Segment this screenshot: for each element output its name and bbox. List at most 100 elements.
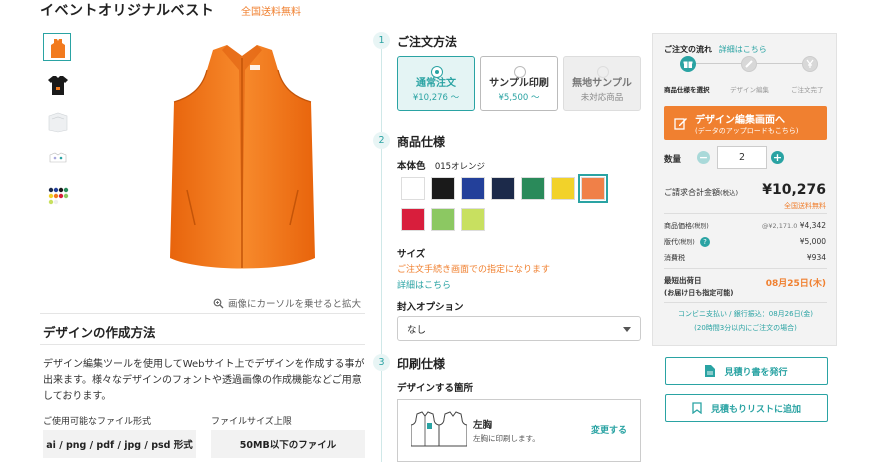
total-amount: ¥10,276 [762, 182, 826, 198]
flow-step-3: ご注文完了 [791, 86, 824, 94]
thumbnail-list [43, 33, 72, 218]
consumption-tax-label: 消費税 [664, 254, 685, 262]
ship-date-sub: (お届け日も指定可能) [664, 289, 734, 297]
add-to-estimate-list-button[interactable]: 見積もりリストに追加 [665, 394, 828, 422]
thumbnail-orange-vest[interactable] [43, 33, 71, 61]
color-swatch[interactable] [461, 177, 485, 200]
convenience-payment-sub: (20時間3分以内にご注文の場合) [694, 324, 797, 332]
design-location-name: 左胸 [473, 420, 493, 431]
divider [664, 268, 827, 269]
color-swatch[interactable] [431, 177, 455, 200]
step-connector [381, 48, 382, 462]
design-editor-button[interactable]: デザイン編集画面へ (データのアップロードもこちら) [664, 106, 827, 140]
packing-option-value: なし [407, 324, 427, 336]
divider [664, 302, 827, 303]
order-option-normal[interactable]: 通常注文 ¥10,276 〜 [397, 56, 475, 111]
total-tax-label: (税込) [720, 189, 739, 197]
formats-value: ai / png / pdf / jpg / psd 形式 [43, 430, 196, 458]
total-label-text: ご請求合計金額 [664, 188, 720, 197]
thumbnail-white-vest[interactable] [43, 144, 71, 172]
total-free-shipping: 全国送料無料 [784, 202, 826, 210]
quantity-label: 数量 [664, 155, 682, 165]
ship-date-label: 最短出荷日 [664, 276, 702, 285]
order-option-price: ¥5,500 〜 [498, 93, 540, 103]
color-swatch[interactable] [431, 208, 455, 231]
file-size-value: 50MB以下のファイル [211, 430, 365, 458]
change-location-link[interactable]: 変更する [591, 423, 627, 436]
zoom-hint: 画像にカーソルを乗せると拡大 [213, 296, 361, 310]
issue-estimate-button[interactable]: 見積り書を発行 [665, 357, 828, 385]
step-number-2: 2 [373, 132, 390, 149]
color-swatch[interactable] [578, 174, 608, 203]
consumption-tax-value: ¥934 [806, 253, 826, 262]
bookmark-icon [692, 402, 702, 414]
free-shipping-badge: 全国送料無料 [241, 7, 301, 18]
order-flow-header: ご注文の流れ 詳細はこちら [664, 44, 767, 55]
zoom-hint-text: 画像にカーソルを乗せると拡大 [228, 299, 362, 310]
color-swatch[interactable] [401, 177, 425, 200]
design-location-label: デザインする箇所 [397, 383, 474, 394]
packing-option-label: 封入オプション [397, 302, 464, 313]
order-option-price: 未対応商品 [580, 93, 624, 103]
order-option-sample-print[interactable]: サンプル印刷 ¥5,500 〜 [480, 56, 558, 111]
ship-date-value: 08月25日(木) [765, 279, 826, 289]
item-price-label-text: 商品価格 [664, 222, 692, 230]
chevron-down-icon [623, 327, 631, 332]
plate-fee-tax: (税別) [678, 239, 695, 246]
thumbnail-color-variants[interactable] [43, 181, 71, 209]
convenience-payment-note: コンビニ支払い / 銀行振込：08月26日(金) [677, 310, 814, 318]
packing-option-select[interactable]: なし [397, 316, 641, 341]
plate-fee-label: 版代(税別) ? [664, 237, 710, 247]
radio-icon [597, 66, 609, 78]
divider [664, 213, 827, 214]
color-swatch[interactable] [521, 177, 545, 200]
order-flow-title: ご注文の流れ [664, 45, 712, 54]
magnifier-icon [213, 298, 224, 308]
design-method-title: デザインの作成方法 [43, 325, 156, 340]
design-location-card: 左胸 左胸に印刷します。 変更する [397, 399, 641, 462]
plate-fee-label-text: 版代 [664, 238, 678, 246]
quantity-input[interactable]: 2 [717, 146, 767, 169]
color-swatch[interactable] [491, 177, 515, 200]
item-unit-price: @¥2,171.0 [761, 222, 798, 230]
plus-icon[interactable]: + [771, 151, 784, 164]
body-color-value: 015オレンジ [434, 162, 486, 172]
order-option-price: ¥10,276 〜 [412, 93, 460, 103]
vest-front-outline-icon [411, 411, 467, 447]
body-color-label: 本体色 015オレンジ [397, 158, 485, 172]
radio-icon [431, 66, 443, 78]
step-number-3: 3 [373, 354, 390, 371]
thumbnail-black-tee[interactable] [43, 70, 71, 98]
minus-icon[interactable]: − [697, 151, 710, 164]
main-product-image[interactable] [165, 40, 320, 280]
divider [40, 313, 365, 314]
add-to-estimate-list-label: 見積もりリストに追加 [710, 404, 801, 415]
document-icon [705, 365, 716, 377]
design-location-desc: 左胸に印刷します。 [473, 434, 540, 443]
design-editor-button-label: デザイン編集画面へ [695, 114, 785, 126]
edit-icon [674, 118, 687, 130]
size-note: ご注文手続き画面での指定になります [397, 265, 551, 275]
step-title-print: 印刷仕様 [397, 357, 446, 371]
order-summary-panel: ご注文の流れ 詳細はこちら 商品仕様を選択 デザイン編集 ご注文完了 デザイン編… [652, 33, 837, 346]
body-color-label-text: 本体色 [397, 161, 426, 172]
gift-icon [680, 56, 696, 72]
step-title-order-method: ご注文方法 [397, 35, 458, 49]
order-option-plain-sample: 無地サンプル 未対応商品 [563, 56, 641, 111]
flow-step-1: 商品仕様を選択 [664, 86, 710, 94]
color-swatch[interactable] [401, 208, 425, 231]
size-detail-link[interactable]: 詳細はこちら [397, 278, 451, 291]
design-editor-button-sub: (データのアップロードもこちら) [695, 126, 799, 135]
thumbnail-white-folded[interactable] [43, 107, 71, 135]
help-icon[interactable]: ? [699, 237, 710, 247]
issue-estimate-label: 見積り書を発行 [724, 367, 788, 378]
product-title: イベントオリジナルベスト [40, 3, 215, 19]
order-flow-detail-link[interactable]: 詳細はこちら [719, 45, 767, 54]
pencil-icon [741, 56, 757, 72]
divider [40, 344, 365, 345]
flow-step-2: デザイン編集 [730, 86, 769, 94]
color-swatch[interactable] [551, 177, 575, 200]
yen-icon [802, 56, 818, 72]
color-swatch[interactable] [461, 208, 485, 231]
step-title-spec: 商品仕様 [397, 135, 446, 149]
